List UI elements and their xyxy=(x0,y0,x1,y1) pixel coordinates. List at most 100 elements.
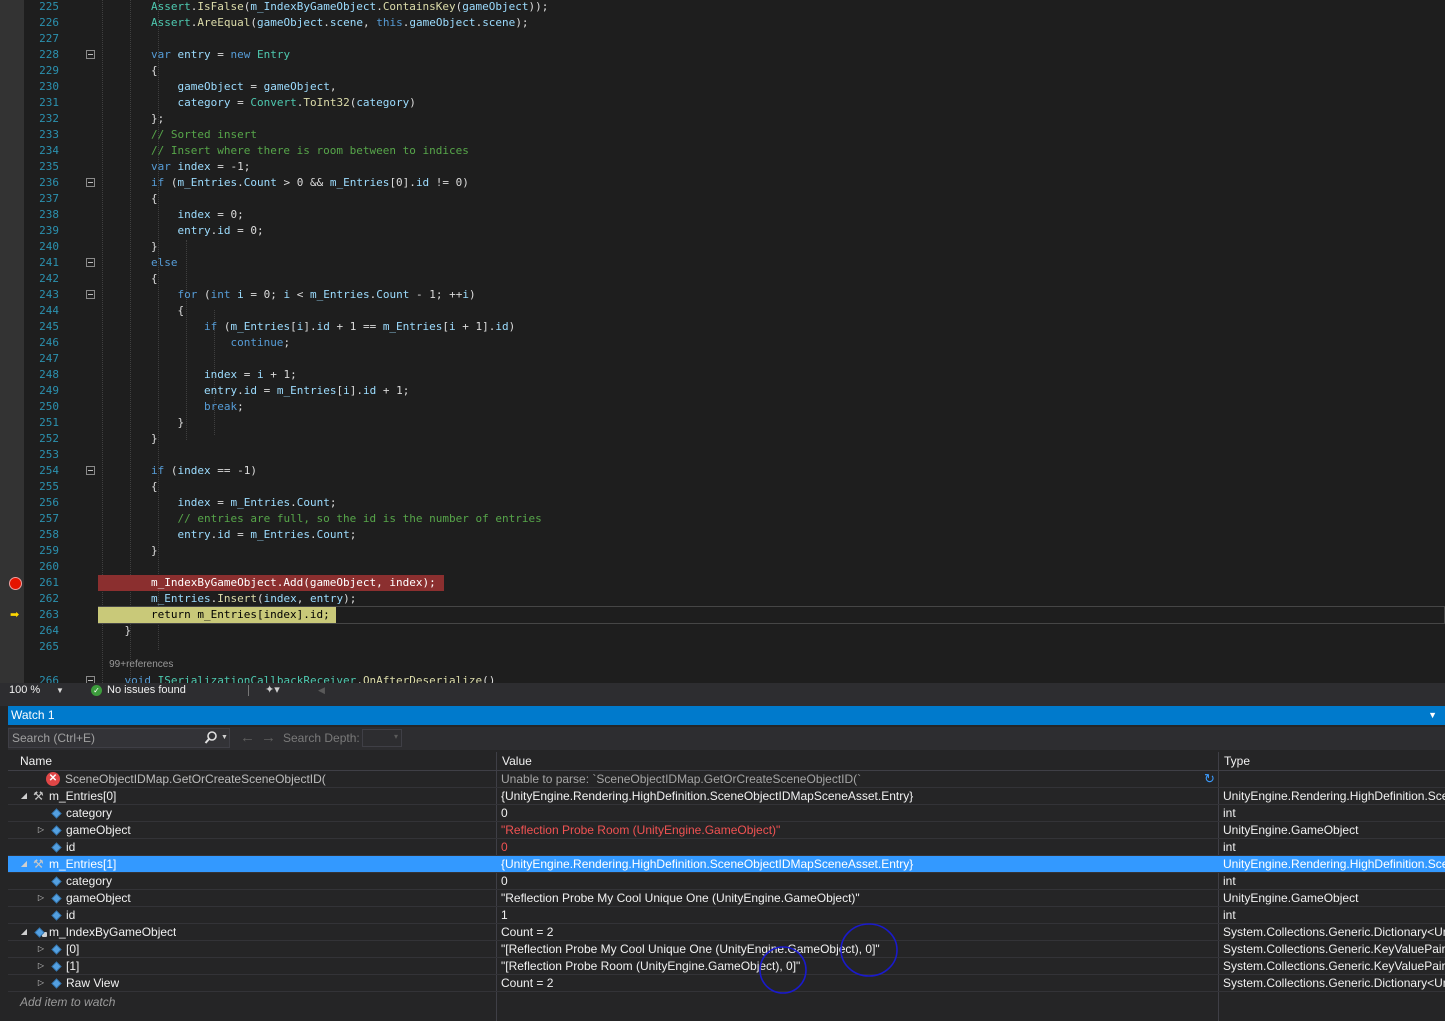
code-line[interactable]: 250 break; xyxy=(0,399,1445,415)
code-line[interactable]: 265 xyxy=(0,639,1445,655)
expand-arrow-icon[interactable]: ▷ xyxy=(36,822,46,838)
code-line[interactable]: 253 xyxy=(0,447,1445,463)
zoom-level[interactable]: 100 % xyxy=(9,683,40,698)
column-header-type[interactable]: Type xyxy=(1224,752,1250,771)
code-line[interactable]: 254 if (index == -1) xyxy=(0,463,1445,479)
watch-row[interactable]: category 0 int xyxy=(8,873,1445,890)
expand-arrow-icon[interactable]: ▷ xyxy=(36,958,46,974)
watch-value[interactable]: 0 xyxy=(501,873,1219,889)
collapse-icon[interactable] xyxy=(86,258,95,267)
code-line[interactable]: 266 void ISerializationCallbackReceiver.… xyxy=(0,673,1445,683)
arrow-right-icon[interactable]: → xyxy=(261,727,276,749)
watch-name[interactable]: m_IndexByGameObject xyxy=(49,924,176,940)
watch-row[interactable]: ▷ gameObject "Reflection Probe Room (Unity… xyxy=(8,822,1445,839)
collapse-arrow-icon[interactable]: ◢ xyxy=(19,856,29,872)
watch-value[interactable]: "Reflection Probe My Cool Unique One (Un… xyxy=(501,890,1219,906)
code-line[interactable]: 229 { xyxy=(0,63,1445,79)
code-line[interactable]: 248 index = i + 1; xyxy=(0,367,1445,383)
watch-row[interactable]: ▷ gameObject "Reflection Probe My Cool Uni… xyxy=(8,890,1445,907)
search-depth-select[interactable] xyxy=(362,729,402,747)
search-icon[interactable] xyxy=(204,730,218,746)
arrow-left-icon[interactable]: ← xyxy=(240,727,255,749)
watch-title-bar[interactable]: Watch 1 ▼ xyxy=(8,706,1445,725)
codelens-label[interactable]: 99+references xyxy=(98,657,173,673)
watch-value[interactable]: Count = 2 xyxy=(501,975,1219,991)
watch-name[interactable]: gameObject xyxy=(66,890,131,906)
code-line[interactable]: 232 }; xyxy=(0,111,1445,127)
code-cleanup-icon[interactable]: ✦▾ xyxy=(265,683,280,698)
code-line[interactable]: 230 gameObject = gameObject, xyxy=(0,79,1445,95)
column-header-name[interactable]: Name xyxy=(20,752,52,771)
horizontal-scrollbar[interactable] xyxy=(330,687,1430,694)
watch-row[interactable]: ▷ [0] "[Reflection Probe My Cool Unique On… xyxy=(8,941,1445,958)
collapse-icon[interactable] xyxy=(86,178,95,187)
code-line[interactable]: 234 // Insert where there is room betwee… xyxy=(0,143,1445,159)
code-line[interactable]: 257 // entries are full, so the id is th… xyxy=(0,511,1445,527)
collapse-arrow-icon[interactable]: ◢ xyxy=(19,924,29,940)
code-line[interactable]: 231 category = Convert.ToInt32(category) xyxy=(0,95,1445,111)
code-line[interactable]: 252 } xyxy=(0,431,1445,447)
expand-arrow-icon[interactable]: ▷ xyxy=(36,890,46,906)
panel-splitter[interactable] xyxy=(0,698,1445,706)
watch-name[interactable]: SceneObjectIDMap.GetOrCreateSceneObjectI… xyxy=(65,771,326,787)
collapse-icon[interactable] xyxy=(86,290,95,299)
watch-row[interactable]: ✕ SceneObjectIDMap.GetOrCreateSceneObject… xyxy=(8,771,1445,788)
watch-row[interactable]: id 0 int xyxy=(8,839,1445,856)
code-editor[interactable]: 225 Assert.IsFalse(m_IndexByGameObject.C… xyxy=(0,0,1445,683)
chevron-down-icon[interactable]: ▼ xyxy=(1428,706,1437,725)
code-line[interactable]: 240 } xyxy=(0,239,1445,255)
code-line[interactable]: 260 xyxy=(0,559,1445,575)
watch-row[interactable]: ▷ [1] "[Reflection Probe Room (UnityEngine… xyxy=(8,958,1445,975)
code-line[interactable]: 244 { xyxy=(0,303,1445,319)
code-line[interactable]: 258 entry.id = m_Entries.Count; xyxy=(0,527,1445,543)
column-header-value[interactable]: Value xyxy=(502,752,532,771)
watch-name[interactable]: [1] xyxy=(66,958,79,974)
watch-value[interactable]: "Reflection Probe Room (UnityEngine.Game… xyxy=(501,822,1219,838)
instruction-pointer-icon[interactable]: ➡ xyxy=(10,608,19,622)
watch-value[interactable]: 1 xyxy=(501,907,1219,923)
expand-arrow-icon[interactable]: ▷ xyxy=(36,975,46,991)
code-line[interactable]: 227 xyxy=(0,31,1445,47)
code-line[interactable]: 235 var index = -1; xyxy=(0,159,1445,175)
watch-name[interactable]: id xyxy=(66,839,75,855)
chevron-down-icon[interactable]: ▼ xyxy=(56,683,64,698)
search-box[interactable]: ▼ xyxy=(8,728,230,748)
chevron-down-icon[interactable]: ▼ xyxy=(221,729,228,747)
code-line[interactable]: 246 continue; xyxy=(0,335,1445,351)
issues-status[interactable]: No issues found xyxy=(107,683,186,698)
code-line[interactable]: 242 { xyxy=(0,271,1445,287)
code-line[interactable]: 238 index = 0; xyxy=(0,207,1445,223)
codelens-references[interactable]: 99+references xyxy=(0,655,1445,671)
watch-value[interactable]: Count = 2 xyxy=(501,924,1219,940)
collapse-icon[interactable] xyxy=(86,50,95,59)
watch-row[interactable]: ◢ ⚒ m_Entries[0] {UnityEngine.Rendering.Hig… xyxy=(8,788,1445,805)
code-line[interactable]: 247 xyxy=(0,351,1445,367)
expand-arrow-icon[interactable]: ▷ xyxy=(36,941,46,957)
watch-name[interactable]: [0] xyxy=(66,941,79,957)
check-circle-icon[interactable]: ✓ xyxy=(91,685,102,696)
collapse-icon[interactable] xyxy=(86,676,95,683)
watch-value[interactable]: Unable to parse: `SceneObjectIDMap.GetOr… xyxy=(501,771,1219,787)
watch-name[interactable]: gameObject xyxy=(66,822,131,838)
watch-row[interactable]: ◢ ⚒ m_Entries[1] {UnityEngine.Rendering.Hig… xyxy=(8,856,1445,873)
code-line[interactable]: 249 entry.id = m_Entries[i].id + 1; xyxy=(0,383,1445,399)
code-line[interactable]: 245 if (m_Entries[i].id + 1 == m_Entries… xyxy=(0,319,1445,335)
watch-row[interactable]: ▷ Raw View Count = 2 System.Collections.Gen… xyxy=(8,975,1445,992)
code-line[interactable]: 241 else xyxy=(0,255,1445,271)
add-item-to-watch[interactable]: Add item to watch xyxy=(20,994,115,1010)
watch-row[interactable]: id 1 int xyxy=(8,907,1445,924)
watch-name[interactable]: m_Entries[0] xyxy=(49,788,116,804)
code-line[interactable]: 256 index = m_Entries.Count; xyxy=(0,495,1445,511)
code-line[interactable]: 228 var entry = new Entry xyxy=(0,47,1445,63)
code-line[interactable]: 239 entry.id = 0; xyxy=(0,223,1445,239)
watch-name[interactable]: category xyxy=(66,805,112,821)
watch-value[interactable]: "[Reflection Probe My Cool Unique One (U… xyxy=(501,941,1219,957)
watch-name[interactable]: id xyxy=(66,907,75,923)
collapse-arrow-icon[interactable]: ◢ xyxy=(19,788,29,804)
collapse-icon[interactable] xyxy=(86,466,95,475)
watch-value[interactable]: 0 xyxy=(501,839,1219,855)
code-line[interactable]: 236 if (m_Entries.Count > 0 && m_Entries… xyxy=(0,175,1445,191)
code-line[interactable]: 251 } xyxy=(0,415,1445,431)
breakpoint-icon[interactable] xyxy=(9,577,22,590)
watch-value[interactable]: "[Reflection Probe Room (UnityEngine.Gam… xyxy=(501,958,1219,974)
